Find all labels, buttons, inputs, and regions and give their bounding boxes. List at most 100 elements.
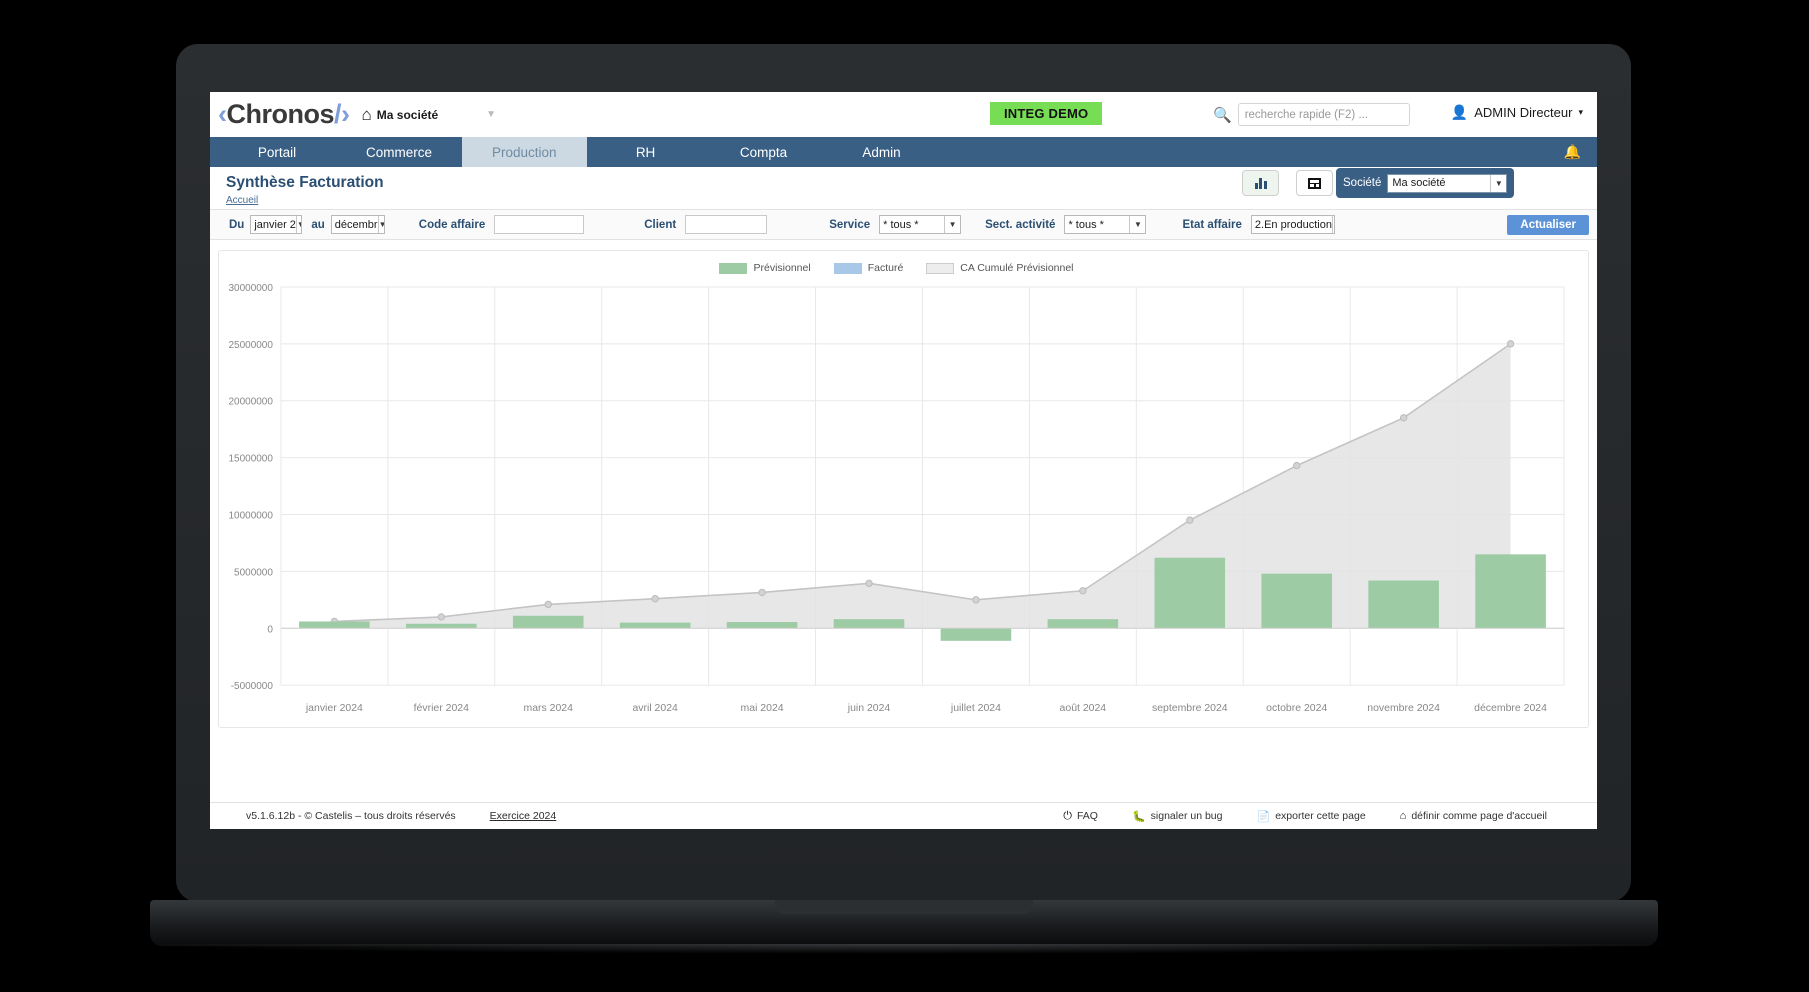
- logo-slash-icon: /: [334, 99, 342, 129]
- user-menu[interactable]: 👤 ADMIN Directeur ▾: [1451, 104, 1583, 121]
- filter-code-affaire-input[interactable]: [494, 215, 585, 234]
- bar-chart-icon: [1254, 177, 1267, 189]
- environment-badge: INTEG DEMO: [990, 102, 1103, 125]
- nav-item-portail[interactable]: Portail: [218, 137, 336, 167]
- chevron-down-icon: ▼: [1331, 216, 1334, 233]
- footer-links: ⏻ FAQ 🐛 signaler un bug 📄 exporter cette…: [1063, 810, 1547, 823]
- browser-viewport: ‹Chronos/› ⌂ Ma société ▼ INTEG DEMO 🔍 👤…: [210, 92, 1597, 829]
- chevron-down-icon: ▼: [295, 216, 302, 233]
- svg-text:octobre 2024: octobre 2024: [1266, 703, 1327, 714]
- svg-text:30000000: 30000000: [228, 283, 273, 294]
- footer-link-report-bug[interactable]: 🐛 signaler un bug: [1132, 810, 1223, 823]
- breadcrumb[interactable]: Accueil: [226, 195, 258, 206]
- svg-text:0: 0: [267, 624, 273, 635]
- chevron-down-icon: ▾: [1578, 107, 1583, 117]
- view-toggle-table-button[interactable]: [1296, 170, 1333, 196]
- refresh-button[interactable]: Actualiser: [1507, 215, 1589, 235]
- chevron-down-icon: ▼: [377, 216, 384, 233]
- filter-secteur-select[interactable]: * tous * ▼: [1064, 215, 1147, 234]
- filter-service-label: Service: [829, 218, 871, 231]
- filter-du-label: Du: [229, 218, 245, 231]
- filter-du-select[interactable]: janvier 2 ▼: [250, 215, 303, 234]
- export-icon: 📄: [1256, 810, 1271, 823]
- logo-text: Chronos: [226, 99, 335, 129]
- nav-item-admin[interactable]: Admin: [823, 137, 941, 167]
- svg-text:mai 2024: mai 2024: [741, 703, 784, 714]
- chevron-down-icon: ▼: [1490, 174, 1507, 192]
- filter-secteur-value: * tous *: [1068, 218, 1104, 231]
- filter-code-affaire-label: Code affaire: [418, 218, 486, 231]
- billing-summary-chart[interactable]: 30000000 25000000 20000000 15000000 10000000…: [219, 279, 1582, 727]
- user-icon: 👤: [1450, 104, 1469, 120]
- footer-exercice-link[interactable]: Exercice 2024: [490, 810, 557, 822]
- filter-au-value: décembr: [334, 218, 378, 231]
- footer-link-report-bug-label: signaler un bug: [1150, 810, 1223, 822]
- filter-au-select[interactable]: décembr ▼: [330, 215, 385, 234]
- view-toggle-chart-button[interactable]: [1242, 170, 1279, 196]
- svg-text:juillet 2024: juillet 2024: [950, 703, 1001, 714]
- legend-label-previsionnel: Prévisionnel: [753, 262, 811, 274]
- svg-text:-5000000: -5000000: [231, 681, 274, 692]
- svg-text:5000000: 5000000: [234, 567, 273, 578]
- svg-text:avril 2024: avril 2024: [632, 703, 678, 714]
- svg-text:25000000: 25000000: [228, 340, 273, 351]
- svg-text:10000000: 10000000: [228, 511, 273, 522]
- quick-search: 🔍: [1213, 103, 1410, 126]
- company-label: Ma société: [376, 107, 439, 122]
- company-select[interactable]: Ma société ▼: [1387, 173, 1508, 193]
- legend-label-ca-cumule: CA Cumulé Prévisionnel: [960, 262, 1074, 274]
- nav-item-compta[interactable]: Compta: [705, 137, 823, 167]
- filter-secteur-label: Sect. activité: [985, 218, 1056, 231]
- company-selector: Société Ma société ▼: [1336, 168, 1515, 198]
- footer-link-faq[interactable]: ⏻ FAQ: [1063, 810, 1098, 823]
- svg-text:15000000: 15000000: [228, 454, 273, 465]
- nav-item-commerce[interactable]: Commerce: [336, 137, 462, 167]
- legend-item-ca-cumule[interactable]: CA Cumulé Prévisionnel: [926, 262, 1074, 274]
- footer-link-set-homepage-label: définir comme page d'accueil: [1411, 810, 1547, 822]
- filter-service-value: * tous *: [883, 218, 919, 231]
- svg-text:novembre 2024: novembre 2024: [1367, 703, 1440, 714]
- screenshot-stage: ‹Chronos/› ⌂ Ma société ▼ INTEG DEMO 🔍 👤…: [0, 0, 1809, 992]
- legend-swatch-facture: [833, 262, 862, 274]
- search-icon[interactable]: 🔍: [1213, 106, 1232, 124]
- company-selector-label: Société: [1343, 177, 1382, 189]
- home-icon[interactable]: ⌂: [362, 106, 372, 123]
- filter-service-select[interactable]: * tous * ▼: [879, 215, 962, 234]
- main-navigation: Portail Commerce Production RH Compta Ad…: [210, 137, 1597, 167]
- filter-client-input[interactable]: [685, 215, 768, 234]
- nav-item-production[interactable]: Production: [462, 137, 587, 167]
- legend-swatch-previsionnel: [719, 262, 748, 274]
- chart-plot-area: 30000000 25000000 20000000 15000000 10000000…: [219, 279, 1582, 727]
- filter-bar: Du janvier 2 ▼ au décembr ▼ Code affaire…: [210, 209, 1597, 240]
- legend-swatch-ca-cumule: [926, 262, 955, 274]
- legend-item-previsionnel[interactable]: Prévisionnel: [719, 262, 811, 274]
- page-title: Synthèse Facturation: [226, 174, 384, 191]
- laptop-notch: [775, 900, 1033, 914]
- svg-text:décembre 2024: décembre 2024: [1474, 703, 1547, 714]
- nav-item-rh[interactable]: RH: [587, 137, 705, 167]
- filter-etat-select[interactable]: 2.En production ▼: [1250, 215, 1335, 234]
- table-icon: [1308, 177, 1321, 189]
- legend-label-facture: Facturé: [867, 262, 904, 274]
- page-header: Synthèse Facturation Accueil Société Ma …: [210, 167, 1597, 209]
- user-name: ADMIN Directeur: [1474, 105, 1573, 120]
- chart-panel: Prévisionnel Facturé CA Cumulé Prévision…: [218, 250, 1589, 728]
- bug-icon: 🐛: [1131, 810, 1146, 823]
- page-footer: v5.1.6.12b - © Castelis – tous droits ré…: [210, 802, 1597, 829]
- search-input[interactable]: [1237, 103, 1410, 126]
- legend-item-facture[interactable]: Facturé: [833, 262, 904, 274]
- filter-client-label: Client: [644, 218, 677, 231]
- svg-text:juin 2024: juin 2024: [847, 703, 891, 714]
- app-logo[interactable]: ‹ Chronos / ›: [218, 99, 350, 130]
- footer-link-export-label: exporter cette page: [1275, 810, 1366, 822]
- chevron-down-icon: ▼: [944, 216, 961, 233]
- svg-text:août 2024: août 2024: [1060, 703, 1107, 714]
- top-bar: ‹Chronos/› ⌂ Ma société ▼ INTEG DEMO 🔍 👤…: [210, 92, 1597, 137]
- footer-link-export[interactable]: 📄 exporter cette page: [1256, 810, 1365, 823]
- notification-bell-icon[interactable]: 🔔: [1564, 144, 1581, 161]
- logo-left-chevron-icon: ‹: [218, 99, 227, 129]
- footer-link-set-homepage[interactable]: ⌂ définir comme page d'accueil: [1400, 810, 1547, 822]
- question-circle-icon: ⏻: [1063, 809, 1072, 822]
- chevron-down-icon[interactable]: ▼: [486, 109, 496, 120]
- svg-text:janvier 2024: janvier 2024: [305, 703, 363, 714]
